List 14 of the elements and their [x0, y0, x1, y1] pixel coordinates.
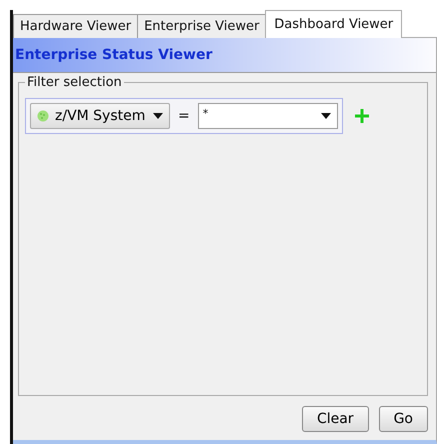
- group-legend: Filter selection: [25, 75, 124, 90]
- field-dropdown[interactable]: z/VM System: [30, 103, 170, 129]
- add-icon[interactable]: [354, 109, 369, 123]
- action-button[interactable]: Clear: [302, 406, 369, 432]
- caret-icon: [153, 113, 163, 119]
- tab[interactable]: Dashboard Viewer: [265, 10, 402, 38]
- globe-icon: [37, 110, 49, 122]
- panel-title: Enterprise Status Viewer: [15, 47, 212, 63]
- caret-icon: [320, 113, 331, 119]
- operator-label: =: [178, 108, 190, 124]
- tab[interactable]: Hardware Viewer: [13, 14, 138, 38]
- action-button[interactable]: Go: [378, 406, 428, 432]
- value-dropdown[interactable]: *: [198, 103, 338, 129]
- tab[interactable]: Enterprise Viewer: [137, 14, 266, 38]
